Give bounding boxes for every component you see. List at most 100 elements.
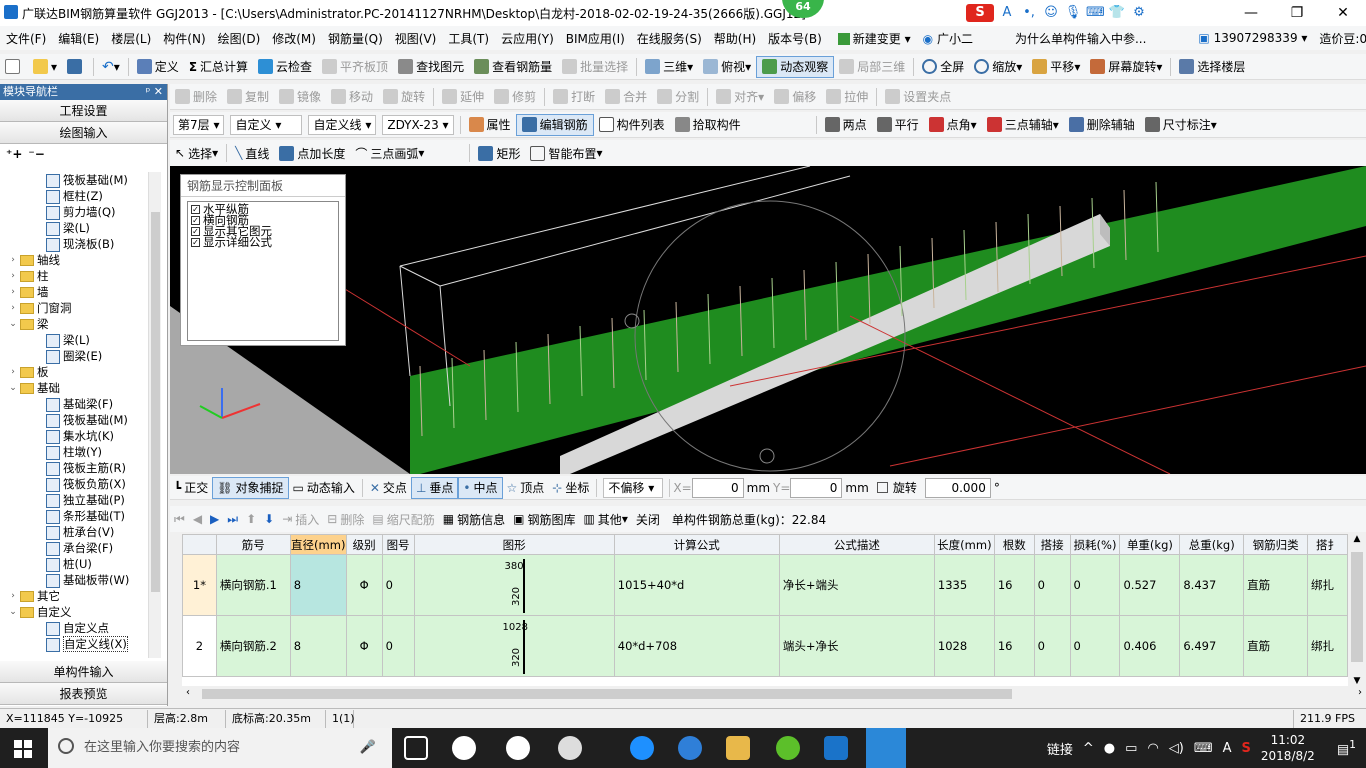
scroll-up-icon[interactable]: ▲ <box>1348 534 1366 544</box>
last-record-button[interactable]: ⏭ <box>223 508 242 530</box>
col-formula-desc[interactable]: 公式描述 <box>778 534 935 555</box>
cell-lap[interactable]: 0 <box>1033 554 1071 616</box>
rotate-input[interactable]: 0.000 <box>924 477 991 498</box>
cell-total-weight[interactable]: 6.497 <box>1179 615 1245 677</box>
nav-pin-close-icon[interactable]: ᵖ ✕ <box>146 84 163 100</box>
x-input[interactable]: 0 <box>691 477 744 498</box>
tree-item[interactable]: 基础梁(F) <box>0 396 168 412</box>
align-slab-top-button[interactable]: 平齐板顶 <box>317 56 393 78</box>
menu-file[interactable]: 文件(F) <box>0 30 52 47</box>
tree-item[interactable]: 桩(U) <box>0 556 168 572</box>
extend-button[interactable]: 延伸 <box>437 86 489 108</box>
green-app-icon[interactable] <box>776 736 800 760</box>
cell-count[interactable]: 16 <box>993 615 1035 677</box>
col-category[interactable]: 钢筋归类 <box>1243 534 1308 555</box>
copy-button[interactable]: 复制 <box>222 86 274 108</box>
scale-rebar-button[interactable]: ▤ 缩尺配筋 <box>368 508 438 530</box>
microphone-icon[interactable]: 🎤 <box>360 728 376 768</box>
pick-component-button[interactable]: 拾取构件 <box>670 114 746 136</box>
cell-loss[interactable]: 0 <box>1069 615 1121 677</box>
dimension-button[interactable]: 尺寸标注 ▾ <box>1140 114 1222 136</box>
cell-shape[interactable]: 1028 320 <box>413 615 615 677</box>
tree-item[interactable]: 梁(L) <box>0 220 168 236</box>
vertex-snap-button[interactable]: ☆ 顶点 <box>503 477 549 499</box>
cell-count[interactable]: 16 <box>993 554 1035 616</box>
cell-total-weight[interactable]: 8.437 <box>1179 554 1245 616</box>
scroll-right-icon[interactable]: › <box>1358 687 1362 698</box>
3d-viewport[interactable]: 钢筋显示控制面板 ✓ 水平纵筋 ✓ 横向钢筋 ✓ 显示其它图元 ✓ 显示详细公式 <box>170 166 1366 474</box>
drawing-input-button[interactable]: 绘图输入 <box>0 122 167 144</box>
minimize-button[interactable]: — <box>1228 0 1274 26</box>
tree-toggle-icon[interactable]: › <box>8 300 18 316</box>
assistant-button[interactable]: ◉ 广小二 <box>917 30 979 47</box>
windows-start-icon[interactable] <box>14 740 32 758</box>
scroll-down-icon[interactable]: ▼ <box>1348 676 1366 686</box>
tree-item[interactable]: 独立基础(P) <box>0 492 168 508</box>
parallel-button[interactable]: 平行 <box>872 114 924 136</box>
trim-button[interactable]: 修剪 <box>489 86 541 108</box>
tree-folder[interactable]: ⌄ 自定义 <box>0 604 168 620</box>
floor-select[interactable]: 第7层 ▾ <box>173 114 225 135</box>
menu-edit[interactable]: 编辑(E) <box>52 30 105 47</box>
coordinate-snap-button[interactable]: ⊹ 坐标 <box>548 477 593 499</box>
cell-lap[interactable]: 0 <box>1033 615 1071 677</box>
keyboard-icon[interactable]: ⌨ <box>1086 4 1105 22</box>
row-number[interactable]: 2 <box>182 615 217 677</box>
cell-figure-no[interactable]: 0 <box>381 615 415 677</box>
cell-binding[interactable]: 绑扎 <box>1307 554 1348 616</box>
ime-lang-icon[interactable]: A <box>998 4 1016 22</box>
tree-item[interactable]: 筏板主筋(R) <box>0 460 168 476</box>
col-total-weight[interactable]: 总重(kg) <box>1179 534 1245 555</box>
mirror-button[interactable]: 镜像 <box>274 86 326 108</box>
three-point-axis-button[interactable]: 三点辅轴 ▾ <box>982 114 1064 136</box>
menu-online[interactable]: 在线服务(S) <box>631 30 708 47</box>
cell-category[interactable]: 直筋 <box>1243 615 1308 677</box>
tree-folder[interactable]: › 轴线 <box>0 252 168 268</box>
ortho-button[interactable]: ┗ 正交 <box>170 477 212 499</box>
col-binding[interactable]: 搭扌 <box>1307 534 1348 555</box>
close-panel-button[interactable]: 关闭 <box>632 508 664 530</box>
col-diameter[interactable]: 直径(mm) <box>289 534 347 555</box>
component-list-button[interactable]: 构件列表 <box>594 114 670 136</box>
new-change-button[interactable]: 新建变更 ▾ <box>832 30 917 47</box>
point-angle-button[interactable]: 点角 ▾ <box>924 114 982 136</box>
col-figure-no[interactable]: 图号 <box>381 534 415 555</box>
menu-modify[interactable]: 修改(M) <box>266 30 322 47</box>
tree-item[interactable]: 筏板基础(M) <box>0 172 168 188</box>
cell-unit-weight[interactable]: 0.527 <box>1119 554 1181 616</box>
single-component-input-button[interactable]: 单构件输入 <box>0 661 167 683</box>
select-floor-button[interactable]: 选择楼层 <box>1174 56 1250 78</box>
view-rebar-button[interactable]: 查看钢筋量 <box>469 56 557 78</box>
scroll-left-icon[interactable]: ‹ <box>186 687 190 698</box>
cell-category[interactable]: 直筋 <box>1243 554 1308 616</box>
table-horizontal-scrollbar[interactable]: ‹ › <box>182 686 1366 702</box>
cell-length[interactable]: 1335 <box>933 554 995 616</box>
checkbox-checked-icon[interactable]: ✓ <box>191 227 200 236</box>
object-snap-button[interactable]: ⛓ 对象捕捉 <box>212 476 289 499</box>
tree-toggle-icon[interactable]: › <box>8 268 18 284</box>
cell-grade[interactable]: Φ <box>345 615 383 677</box>
close-button[interactable]: ✕ <box>1320 0 1366 26</box>
summary-calc-button[interactable]: Σ 汇总计算 <box>184 56 253 78</box>
menu-rebar-quantity[interactable]: 钢筋量(Q) <box>322 30 389 47</box>
cell-length[interactable]: 1028 <box>933 615 995 677</box>
checkbox-checked-icon[interactable]: ✓ <box>191 238 200 247</box>
perpendicular-snap-button[interactable]: ⊥ 垂点 <box>410 476 459 499</box>
tree-item[interactable]: 现浇板(B) <box>0 236 168 252</box>
tree-item[interactable]: 剪力墙(Q) <box>0 204 168 220</box>
collapse-all-icon[interactable]: ⁻− <box>28 147 44 161</box>
browser-app-icon[interactable] <box>506 736 530 760</box>
col-lap[interactable]: 搭接 <box>1033 534 1071 555</box>
file-explorer-icon[interactable] <box>726 736 750 760</box>
nav-scrollbar[interactable] <box>148 172 161 658</box>
cell-formula[interactable]: 40*d+708 <box>613 615 780 677</box>
tree-toggle-icon[interactable]: ⌄ <box>8 316 18 332</box>
tray-clock[interactable]: 11:02 2018/8/2 <box>1261 732 1315 764</box>
restore-button[interactable]: ❐ <box>1274 0 1320 26</box>
tree-toggle-icon[interactable]: ⌄ <box>8 380 18 396</box>
menu-tools[interactable]: 工具(T) <box>442 30 495 47</box>
cell-diameter[interactable]: 8 <box>289 554 347 616</box>
move-down-button[interactable]: ⬇ <box>260 508 278 530</box>
delete-button[interactable]: 删除 <box>170 86 222 108</box>
menu-version[interactable]: 版本号(B) <box>762 30 828 47</box>
